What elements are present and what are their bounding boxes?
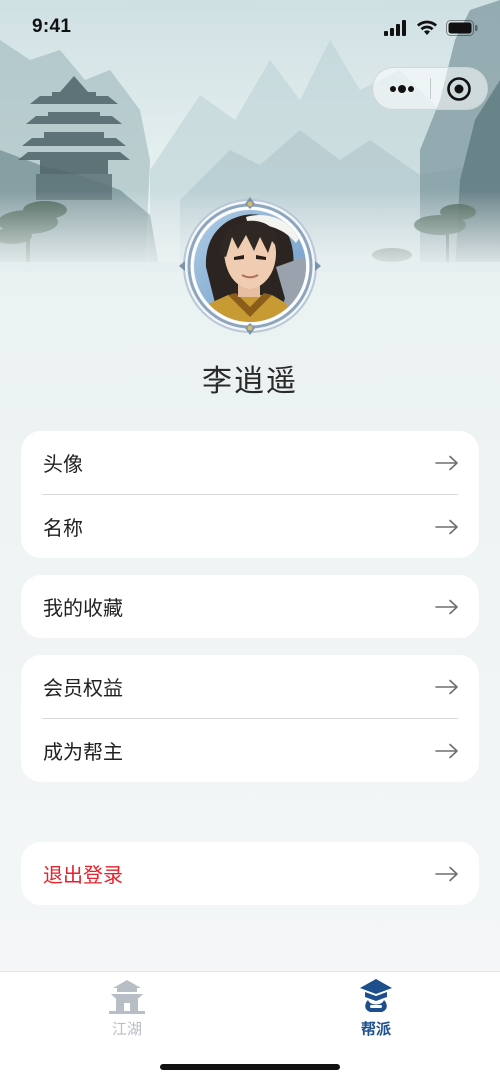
menu-item-label: 会员权益	[43, 676, 123, 700]
logout-card: 退出登录	[21, 842, 479, 905]
mini-program-capsule	[372, 67, 488, 110]
arrow-right-icon	[435, 599, 459, 615]
sect-hat-icon	[360, 979, 392, 1012]
more-dots-icon	[390, 84, 414, 93]
arrow-right-icon	[435, 679, 459, 695]
menu-item-favorites[interactable]: 我的收藏	[21, 575, 479, 638]
menu-item-name[interactable]: 名称	[21, 495, 479, 558]
wifi-icon	[417, 20, 437, 35]
target-close-icon	[447, 76, 471, 101]
logout-button[interactable]: 退出登录	[21, 842, 479, 905]
capsule-close-button[interactable]	[431, 68, 487, 109]
arrow-right-icon	[435, 743, 459, 759]
capsule-more-button[interactable]	[373, 68, 431, 109]
arrow-right-icon	[435, 519, 459, 535]
menu-item-label: 成为帮主	[43, 740, 123, 764]
home-indicator	[160, 1064, 340, 1070]
menu-item-become-leader[interactable]: 成为帮主	[21, 719, 479, 782]
status-icons	[384, 18, 478, 38]
membership-card: 会员权益 成为帮主	[21, 655, 479, 782]
avatar-frame	[179, 197, 321, 335]
battery-icon	[446, 20, 478, 36]
menu-item-label: 头像	[43, 452, 83, 476]
logout-label: 退出登录	[43, 863, 123, 887]
arrow-right-icon	[435, 866, 459, 882]
tab-label: 江湖	[111, 1020, 142, 1038]
cellular-signal-icon	[384, 20, 406, 36]
tab-bangpai[interactable]: 帮派	[321, 978, 431, 1044]
tab-label: 帮派	[360, 1020, 391, 1038]
favorites-card: 我的收藏	[21, 575, 479, 638]
profile-settings-card: 头像 名称	[21, 431, 479, 558]
status-time: 9:41	[32, 16, 72, 37]
menu-item-avatar[interactable]: 头像	[21, 431, 479, 494]
menu-item-label: 名称	[43, 516, 83, 540]
user-name: 李逍遥	[202, 364, 298, 399]
menu-item-member-benefits[interactable]: 会员权益	[21, 655, 479, 718]
pavilion-icon	[109, 980, 145, 1014]
avatar[interactable]	[176, 197, 324, 335]
tab-jianghu[interactable]: 江湖	[72, 978, 182, 1044]
status-bar: 9:41	[0, 0, 500, 56]
menu-item-label: 我的收藏	[43, 596, 123, 620]
arrow-right-icon	[435, 455, 459, 471]
